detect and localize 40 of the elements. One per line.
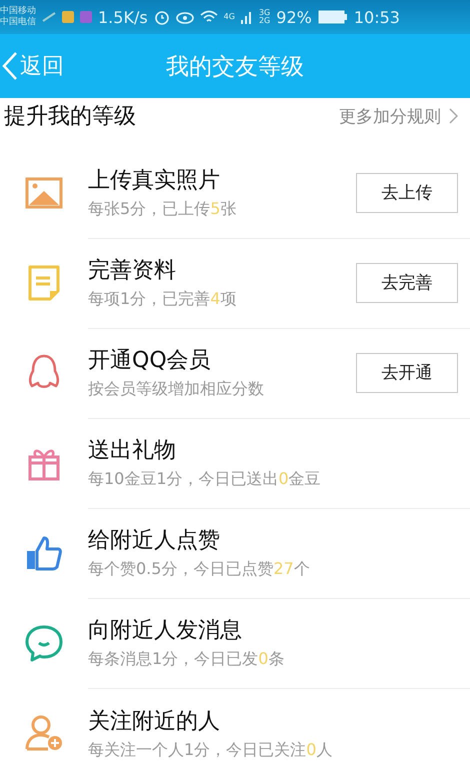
task-description: 按会员等级增加相应分数 — [88, 379, 264, 400]
action-button[interactable]: 去开通 — [356, 352, 458, 392]
eye-icon — [176, 10, 194, 24]
network-type: 4G — [224, 13, 235, 21]
network-type: 2G — [258, 17, 270, 25]
add-person-icon — [24, 713, 64, 753]
action-button[interactable]: 去上传 — [356, 172, 458, 212]
clock: 10:53 — [354, 8, 400, 26]
task-title: 上传真实照片 — [88, 167, 220, 195]
more-rules-link[interactable]: 更多加分规则 — [339, 104, 458, 128]
task-description: 每10金豆1分，今日已送出 0金豆 — [88, 469, 321, 490]
task-title: 关注附近的人 — [88, 708, 220, 736]
task-description: 每条消息1分，今日已发0条 — [88, 649, 284, 670]
network-speed: 1.5K/s — [98, 8, 148, 26]
task-description: 每项1分，已完善4项 — [88, 289, 236, 310]
section-title: 提升我的等级 — [4, 103, 136, 131]
task-title: 向附近人发消息 — [88, 617, 242, 645]
network-type: 3G — [258, 9, 270, 17]
action-button[interactable]: 去完善 — [356, 262, 458, 302]
battery-percent: 92% — [276, 8, 312, 26]
task-title: 给附近人点赞 — [88, 527, 220, 555]
page-title: 我的交友等级 — [166, 52, 304, 82]
app-icon — [62, 11, 74, 23]
task-description: 每张5分，已上传5张 — [88, 199, 236, 220]
task-title: 开通QQ会员 — [88, 347, 211, 375]
chevron-icon — [449, 108, 458, 124]
signal-icon — [240, 10, 253, 24]
battery-icon — [318, 10, 348, 24]
carrier-label: 中国电信 — [0, 17, 36, 28]
chat-bubble-icon — [24, 623, 64, 663]
carrier-label: 中国移动 — [0, 6, 36, 16]
back-icon — [2, 51, 18, 81]
alarm-icon — [154, 9, 170, 25]
task-description: 每个赞0.5分，今日已点赞27个 — [88, 559, 310, 580]
task-description: 每关注一个人1分，今日已关注0人 — [88, 740, 332, 760]
app-icon — [80, 11, 92, 23]
task-title: 完善资料 — [88, 257, 176, 285]
wifi-icon — [200, 10, 218, 24]
notification-icon — [42, 12, 56, 22]
task-title: 送出礼物 — [88, 437, 176, 465]
